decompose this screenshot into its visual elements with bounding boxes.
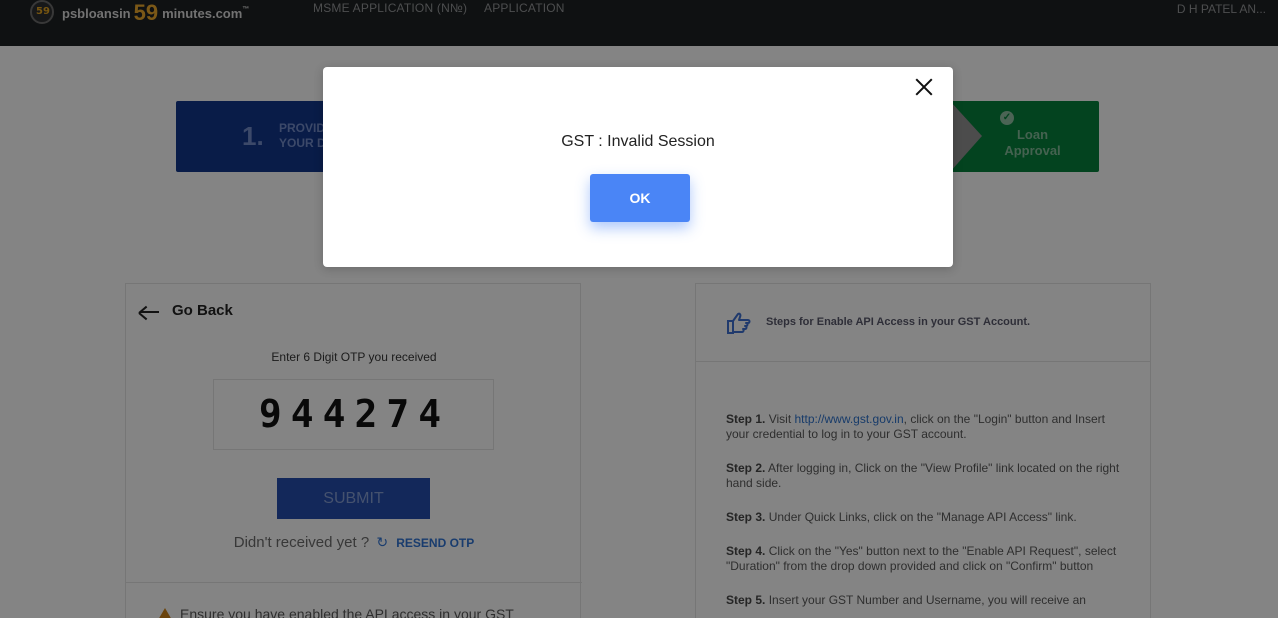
ok-button[interactable]: OK — [590, 174, 690, 222]
dialog-message: GST : Invalid Session — [561, 133, 715, 150]
close-icon[interactable] — [913, 76, 935, 98]
alert-dialog: GST : Invalid Session OK — [323, 67, 953, 267]
